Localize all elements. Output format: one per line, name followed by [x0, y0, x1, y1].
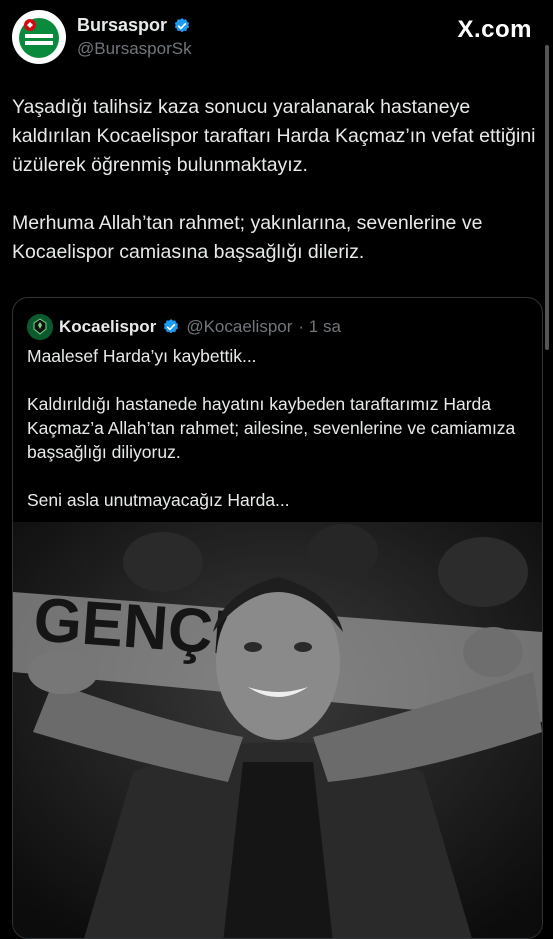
quote-text: Maalesef Harda’yı kaybettik... Kaldırıld…	[27, 346, 516, 510]
author-name[interactable]: Bursaspor	[77, 15, 167, 36]
bursaspor-crest-icon[interactable]	[12, 10, 66, 64]
scrollbar[interactable]	[545, 45, 549, 350]
quote-author-name[interactable]: Kocaelispor	[59, 317, 156, 337]
verified-badge-icon	[164, 319, 179, 334]
author-handle[interactable]: @BursasporSk	[77, 39, 192, 59]
verified-badge-icon	[174, 17, 190, 32]
x-logo[interactable]: X.com	[457, 16, 532, 44]
quote-photo[interactable]: GENÇLİK	[13, 522, 542, 938]
quoted-tweet[interactable]: Kocaelispor @Kocaelispor · 1 sa Maalesef…	[12, 297, 543, 939]
quote-timestamp: · 1 sa	[298, 317, 341, 336]
kocaelispor-crest-icon[interactable]	[27, 314, 53, 340]
tweet-header: Bursaspor @BursasporSk X.com	[12, 10, 542, 65]
quote-author-handle[interactable]: @Kocaelispor	[186, 317, 292, 337]
tweet-text: Yaşadığı talihsiz kaza sonucu yaralanara…	[12, 96, 536, 263]
